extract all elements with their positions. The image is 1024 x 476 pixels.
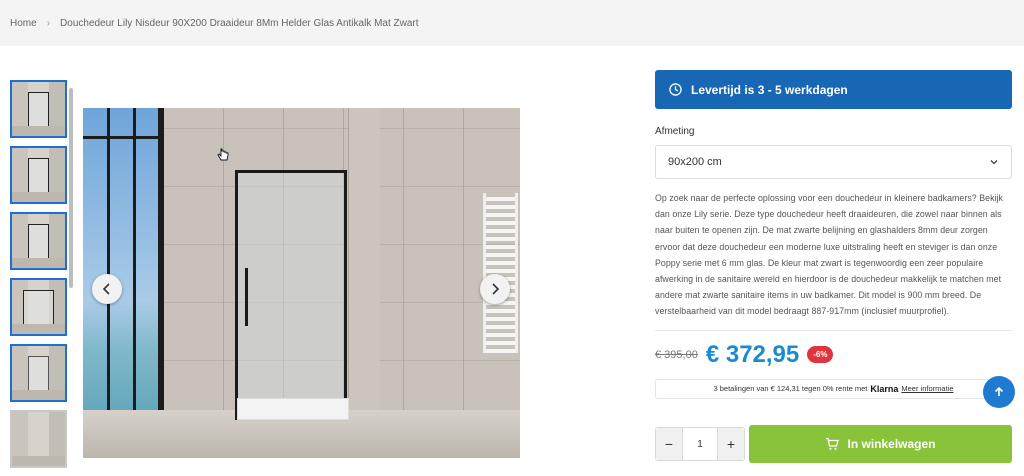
thumbnail-scrollbar[interactable] bbox=[69, 88, 73, 288]
klarna-info: 3 betalingen van € 124,31 tegen 0% rente… bbox=[655, 378, 1012, 399]
thumbnail-6[interactable] bbox=[10, 410, 67, 468]
quantity-decrease-button[interactable]: − bbox=[656, 428, 682, 460]
chevron-right-icon bbox=[492, 283, 500, 295]
klarna-logo: Klarna bbox=[870, 383, 899, 394]
image-radiator bbox=[483, 193, 518, 353]
image-shower-door bbox=[235, 170, 347, 420]
thumbnail-5[interactable] bbox=[10, 344, 67, 402]
scroll-to-top-button[interactable] bbox=[983, 376, 1015, 408]
quantity-stepper: − + bbox=[655, 427, 745, 461]
product-description: Op zoek naar de perfecte oplossing voor … bbox=[655, 193, 1003, 317]
size-select-value: 90x200 cm bbox=[668, 156, 722, 168]
thumbnail-3[interactable] bbox=[10, 212, 67, 270]
breadcrumb-home-link[interactable]: Home bbox=[10, 18, 37, 29]
cart-icon bbox=[826, 437, 840, 450]
divider bbox=[655, 329, 1012, 331]
price-row: € 395,00 € 372,95 -6% bbox=[655, 341, 1012, 369]
quantity-input[interactable] bbox=[682, 428, 718, 460]
thumbnail-list bbox=[10, 80, 68, 476]
delivery-banner: Levertijd is 3 - 5 werkdagen bbox=[655, 70, 1012, 109]
add-to-cart-label: In winkelwagen bbox=[847, 437, 936, 451]
hand-cursor-icon bbox=[217, 148, 229, 161]
thumbnail-2[interactable] bbox=[10, 146, 67, 204]
breadcrumb: Home › Douchedeur Lily Nisdeur 90X200 Dr… bbox=[0, 0, 1024, 46]
product-info: Levertijd is 3 - 5 werkdagen Afmeting 90… bbox=[655, 70, 1012, 399]
klarna-more-link[interactable]: Meer informatie bbox=[901, 384, 953, 393]
current-price: € 372,95 bbox=[705, 340, 800, 368]
discount-badge: -6% bbox=[807, 346, 834, 364]
klarna-text: 3 betalingen van € 124,31 tegen 0% rente… bbox=[713, 384, 868, 394]
quantity-increase-button[interactable]: + bbox=[718, 428, 744, 460]
chevron-left-icon bbox=[102, 283, 110, 295]
thumbnail-1[interactable] bbox=[10, 80, 67, 138]
old-price: € 395,00 bbox=[655, 348, 698, 361]
size-label: Afmeting bbox=[655, 126, 695, 137]
product-main-image[interactable] bbox=[83, 108, 520, 458]
delivery-text: Levertijd is 3 - 5 werkdagen bbox=[691, 82, 848, 97]
next-image-button[interactable] bbox=[480, 274, 510, 304]
chevron-right-icon: › bbox=[46, 17, 51, 29]
size-select[interactable]: 90x200 cm bbox=[655, 145, 1012, 179]
thumbnail-4[interactable] bbox=[10, 278, 67, 336]
clock-icon bbox=[669, 83, 682, 96]
add-to-cart-button[interactable]: In winkelwagen bbox=[749, 425, 1012, 463]
arrow-up-icon bbox=[994, 386, 1004, 396]
prev-image-button[interactable] bbox=[92, 274, 122, 304]
chevron-down-icon bbox=[990, 160, 998, 165]
breadcrumb-current: Douchedeur Lily Nisdeur 90X200 Draaideur… bbox=[60, 17, 419, 29]
